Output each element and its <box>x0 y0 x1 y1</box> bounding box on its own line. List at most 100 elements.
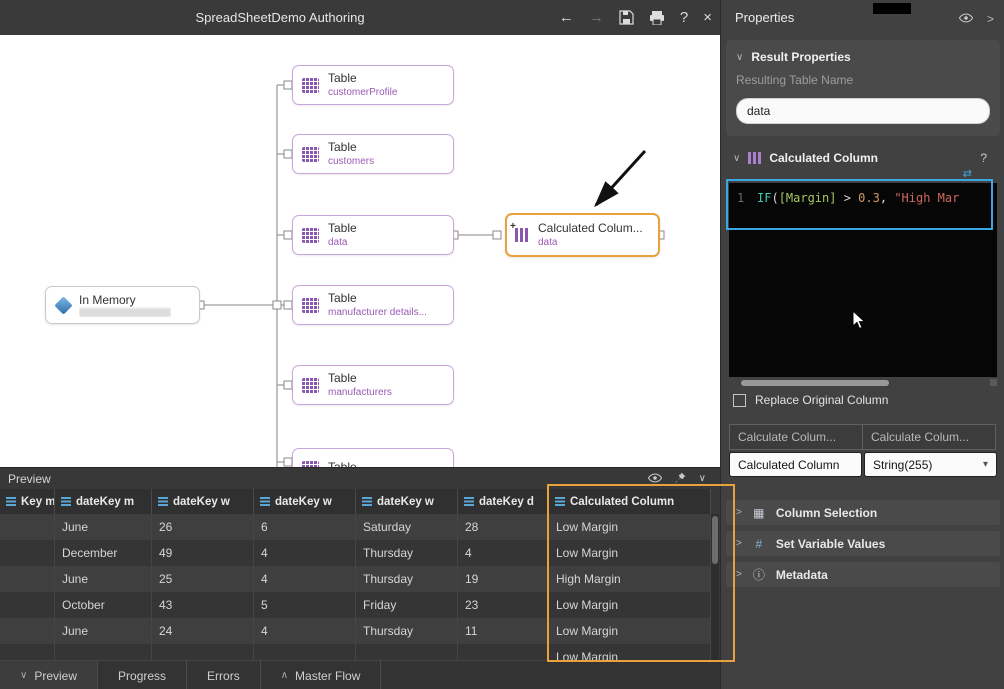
eye-icon[interactable] <box>959 10 973 28</box>
column-header[interactable]: Key m <box>0 489 55 514</box>
replace-original-column-row[interactable]: Replace Original Column <box>733 393 888 407</box>
table-cell: Saturday <box>356 514 458 540</box>
column-header-label: Calculated Column <box>570 496 674 508</box>
editor-hscrollbar[interactable] <box>729 379 997 388</box>
table-cell: Low Margin <box>549 514 711 540</box>
table-node-title: Table <box>328 140 374 154</box>
table-cell: December <box>55 540 152 566</box>
table-node-title: Table <box>328 371 392 385</box>
calculated-column-name-cell[interactable]: Calculated Column <box>729 452 862 477</box>
in-memory-icon <box>54 296 72 314</box>
table-node[interactable]: Table customerProfile <box>292 65 454 105</box>
table-row[interactable]: October435Friday23Low Margin <box>0 592 711 618</box>
resulting-table-name-label: Resulting Table Name <box>736 73 1000 87</box>
expression-editor[interactable]: 1 IF([Margin] > 0.3, "High Mar <box>729 183 997 377</box>
tab-preview[interactable]: ∨Preview <box>0 661 98 689</box>
collapse-panel-icon[interactable]: ∨ <box>699 473 706 484</box>
table-cell: High Margin <box>549 566 711 592</box>
section-set-variable-values[interactable]: >#Set Variable Values <box>726 531 1000 556</box>
column-icon <box>555 497 565 506</box>
table-node-subtitle: data <box>328 237 357 249</box>
back-icon[interactable]: ← <box>559 10 574 25</box>
table-cell: Thursday <box>356 540 458 566</box>
table-cell: Low Margin <box>549 618 711 644</box>
result-properties-label: Result Properties <box>751 50 850 64</box>
redacted-text <box>79 308 171 317</box>
preview-panel: Preview ∨ Key mdateKey mdateKey wdateKey… <box>0 467 720 661</box>
column-header[interactable]: dateKey w <box>356 489 458 514</box>
tab-master-flow[interactable]: ∧Master Flow <box>261 661 382 689</box>
table-node[interactable]: Table manufacturer details... <box>292 285 454 325</box>
bottom-tabbar: ∨PreviewProgressErrors∧Master Flow <box>0 660 720 689</box>
eye-icon[interactable] <box>648 470 662 488</box>
chevron-down-icon: ∨ <box>733 153 740 164</box>
redacted-block <box>873 3 911 14</box>
column-icon <box>260 497 270 506</box>
column-icon <box>464 497 474 506</box>
code-token: "High Mar <box>894 191 959 205</box>
column-header-label: dateKey w <box>377 496 434 508</box>
table-cell: Thursday <box>356 566 458 592</box>
section-metadata[interactable]: >ⓘMetadata <box>726 562 1000 587</box>
table-cell: 4 <box>254 540 356 566</box>
column-header[interactable]: dateKey d <box>458 489 549 514</box>
table-cell <box>458 644 549 661</box>
calculated-column-node[interactable]: + Calculated Colum... data <box>505 213 660 257</box>
column-header[interactable]: dateKey m <box>55 489 152 514</box>
code-line: IF([Margin] > 0.3, "High Mar <box>757 191 959 205</box>
calculated-column-header[interactable]: ∨ Calculated Column ? <box>733 151 993 165</box>
window-title: SpreadSheetDemo Authoring <box>0 0 560 35</box>
table-cell: 43 <box>152 592 254 618</box>
table-row[interactable]: June254Thursday19High Margin <box>0 566 711 592</box>
in-memory-node[interactable]: In Memory <box>45 286 200 324</box>
table-cell: 49 <box>152 540 254 566</box>
replace-original-column-checkbox[interactable] <box>733 394 746 407</box>
table-cell <box>0 592 55 618</box>
flow-editor-region: SpreadSheetDemo Authoring ← → ? × <box>0 0 720 689</box>
scrollbar-thumb[interactable] <box>741 380 889 386</box>
column-header[interactable]: dateKey w <box>152 489 254 514</box>
table-row[interactable]: June266Saturday28Low Margin <box>0 514 711 540</box>
table-node[interactable]: Table customers <box>292 134 454 174</box>
table-cell <box>55 644 152 661</box>
table-node-title: Table <box>328 460 357 467</box>
calculated-column-icon <box>748 152 761 164</box>
pin-icon[interactable] <box>675 470 686 488</box>
table-cell <box>0 540 55 566</box>
preview-header-row: Key mdateKey mdateKey wdateKey wdateKey … <box>0 489 711 515</box>
table-node[interactable]: Table data <box>292 215 454 255</box>
save-icon[interactable] <box>619 10 634 25</box>
tab-progress[interactable]: Progress <box>98 661 187 689</box>
tab-label: Preview <box>34 669 77 683</box>
column-header[interactable]: Calculated Column <box>549 489 711 514</box>
column-icon <box>158 497 168 506</box>
result-properties-header[interactable]: ∨ Result Properties <box>726 40 1000 64</box>
table-row[interactable]: June244Thursday11Low Margin <box>0 618 711 644</box>
table-cell: 19 <box>458 566 549 592</box>
close-icon[interactable]: × <box>703 10 712 25</box>
help-icon[interactable]: ? <box>980 151 987 165</box>
column-header[interactable]: dateKey w <box>254 489 356 514</box>
table-node[interactable]: Table manufacturers <box>292 365 454 405</box>
table-row[interactable]: Low Margin <box>0 644 711 661</box>
text-direction-icon[interactable]: ⇄ <box>963 167 972 180</box>
grid-column-header: Calculate Colum... <box>862 424 996 450</box>
table-cell: 23 <box>458 592 549 618</box>
table-node[interactable]: Table <box>292 448 454 467</box>
scrollbar-thumb[interactable] <box>712 516 718 564</box>
resulting-table-name-input[interactable] <box>736 98 990 124</box>
table-row[interactable]: December494Thursday4Low Margin <box>0 540 711 566</box>
preview-scrollbar[interactable] <box>711 514 719 661</box>
chevron-right-icon[interactable]: > <box>987 12 994 26</box>
column-type-dropdown[interactable]: String(255) ▾ <box>864 452 997 477</box>
section-column-selection[interactable]: >▦Column Selection <box>726 500 1000 525</box>
help-icon[interactable]: ? <box>680 10 688 25</box>
tab-errors[interactable]: Errors <box>187 661 261 689</box>
mouse-cursor <box>852 310 866 330</box>
table-cell: June <box>55 514 152 540</box>
column-icon <box>362 497 372 506</box>
table-cell: 4 <box>254 566 356 592</box>
flow-canvas[interactable]: In Memory Table customerProfile Table cu… <box>0 35 720 467</box>
forward-icon[interactable]: → <box>589 10 604 25</box>
print-icon[interactable] <box>649 11 665 25</box>
